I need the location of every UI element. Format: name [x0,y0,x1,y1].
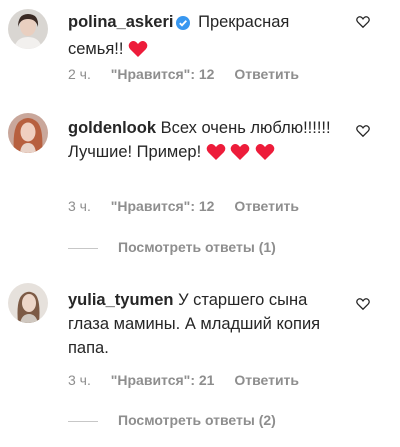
timestamp[interactable]: 3 ч. [68,198,91,214]
comment-text: polina_askeri Прекрасная семья!! [68,10,348,65]
replies-divider [68,247,98,249]
comment-meta: 2 ч. "Нравится": 12 Ответить [68,66,299,82]
likes-count[interactable]: "Нравится": 12 [111,66,215,82]
avatar[interactable] [8,9,48,49]
red-heart-emoji-icon [128,40,148,65]
reply-button[interactable]: Ответить [234,198,299,214]
reply-button[interactable]: Ответить [234,66,299,82]
likes-count[interactable]: "Нравится": 21 [111,372,215,388]
comment-text: goldenlook Всех очень люблю!!!!!! Лучшие… [68,116,348,168]
avatar[interactable] [8,283,48,323]
heart-outline-icon[interactable] [356,297,370,311]
view-replies-button[interactable]: Посмотреть ответы (1) [68,239,276,255]
view-replies-label[interactable]: Посмотреть ответы (2) [118,412,276,428]
reply-button[interactable]: Ответить [234,372,299,388]
avatar[interactable] [8,113,48,153]
comment-meta: 3 ч. "Нравится": 12 Ответить [68,198,299,214]
comment-meta: 3 ч. "Нравится": 21 Ответить [68,372,299,388]
view-replies-label[interactable]: Посмотреть ответы (1) [118,239,276,255]
heart-outline-icon[interactable] [356,15,370,29]
likes-count[interactable]: "Нравится": 12 [111,198,215,214]
heart-outline-icon[interactable] [356,124,370,138]
view-replies-button[interactable]: Посмотреть ответы (2) [68,412,276,428]
username[interactable]: polina_askeri [68,13,173,31]
red-heart-emoji-icon [255,143,275,168]
timestamp[interactable]: 3 ч. [68,372,91,388]
red-heart-emoji-icon [206,143,226,168]
replies-divider [68,420,98,422]
red-heart-emoji-icon [230,143,250,168]
username[interactable]: yulia_tyumen [68,291,173,309]
verified-badge-icon [176,13,191,37]
comment-text: yulia_tyumen У старшего сына глаза мамин… [68,288,348,360]
username[interactable]: goldenlook [68,119,156,137]
timestamp[interactable]: 2 ч. [68,66,91,82]
